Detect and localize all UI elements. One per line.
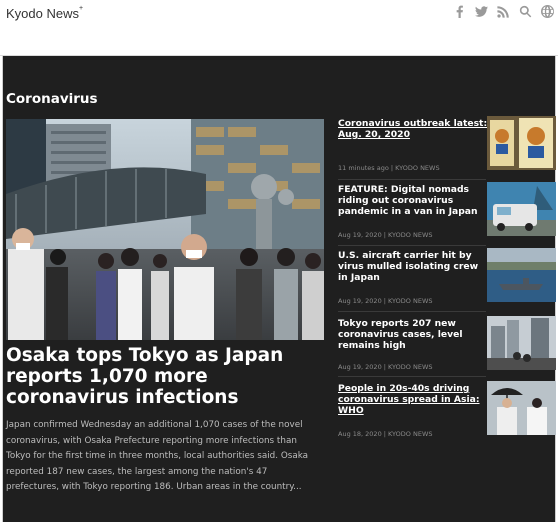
story-meta: 11 minutes ago | KYODO NEWS <box>338 164 440 172</box>
story-title[interactable]: Tokyo reports 207 new coronavirus cases,… <box>338 318 488 351</box>
site-logo[interactable]: Kyodo News+ <box>6 5 84 21</box>
story-divider <box>338 245 486 246</box>
story-thumbnail[interactable] <box>487 316 556 370</box>
story-thumbnail[interactable] <box>487 381 556 435</box>
facebook-icon[interactable] <box>452 4 466 18</box>
social-icons <box>452 4 554 18</box>
lead-story-summary: Japan confirmed Wednesday an additional … <box>6 420 309 492</box>
story-thumbnail[interactable] <box>487 182 556 236</box>
coronavirus-section: Coronavirus Osaka tops Tokyo as Japan re… <box>2 56 556 522</box>
story-divider <box>338 311 486 312</box>
story-title[interactable]: Coronavirus outbreak latest: Aug. 20, 20… <box>338 118 488 140</box>
lead-story-image[interactable] <box>6 119 324 340</box>
logo-text[interactable]: Kyodo News <box>6 6 79 21</box>
story-divider <box>338 376 486 377</box>
lead-story-headline[interactable]: Osaka tops Tokyo as Japan reports 1,070 … <box>6 345 316 408</box>
story-divider <box>338 179 486 180</box>
story-thumbnail[interactable] <box>487 116 556 170</box>
globe-icon[interactable] <box>540 4 554 18</box>
story-meta: Aug 18, 2020 | KYODO NEWS <box>338 430 433 438</box>
section-title[interactable]: Coronavirus <box>6 91 98 107</box>
story-meta: Aug 19, 2020 | KYODO NEWS <box>338 297 433 305</box>
story-meta: Aug 19, 2020 | KYODO NEWS <box>338 231 433 239</box>
story-title[interactable]: People in 20s-40s driving coronavirus sp… <box>338 383 488 416</box>
story-title[interactable]: U.S. aircraft carrier hit by virus mulle… <box>338 250 488 283</box>
story-meta: Aug 19, 2020 | KYODO NEWS <box>338 363 433 371</box>
story-thumbnail[interactable] <box>487 248 556 302</box>
twitter-icon[interactable] <box>474 4 488 18</box>
rss-icon[interactable] <box>496 4 510 18</box>
site-header: Kyodo News+ <box>0 0 558 56</box>
logo-mark: + <box>78 5 84 12</box>
story-title[interactable]: FEATURE: Digital nomads riding out coron… <box>338 184 488 217</box>
search-icon[interactable] <box>518 4 532 18</box>
